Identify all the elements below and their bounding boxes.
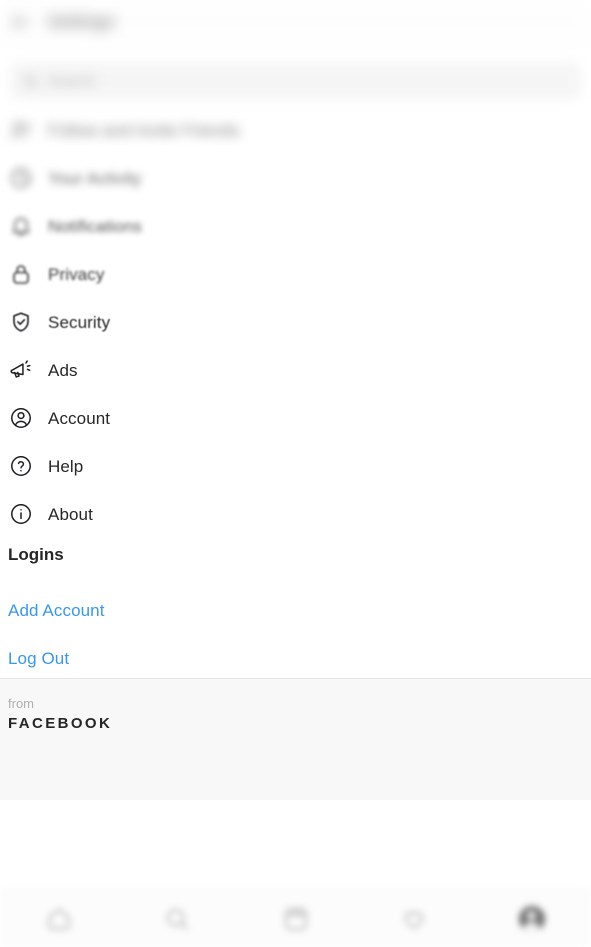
add-account-link[interactable]: Add Account <box>8 601 105 621</box>
settings-row-label: Privacy <box>48 264 105 284</box>
clock-icon <box>8 165 34 191</box>
avatar-icon <box>518 906 545 932</box>
settings-row-security[interactable]: Security <box>0 298 591 346</box>
info-circle-icon <box>8 501 34 527</box>
nav-item-home[interactable] <box>0 891 118 947</box>
settings-row-label: Your Activity <box>48 168 142 188</box>
instagram-settings-screen: Settings Search Follow and Invite Friend… <box>0 0 591 947</box>
from-facebook-footer: from FACEBOOK <box>0 678 591 800</box>
log-out-link[interactable]: Log Out <box>8 649 69 669</box>
settings-row-label: Security <box>48 312 111 332</box>
app-header: Settings <box>0 0 591 44</box>
nav-item-profile[interactable] <box>473 891 591 947</box>
shield-check-icon <box>8 309 34 335</box>
back-arrow-icon[interactable] <box>10 11 32 33</box>
reels-icon <box>283 906 309 932</box>
search-input[interactable]: Search <box>10 62 581 100</box>
question-circle-icon <box>8 453 34 479</box>
bottom-navigation-bar <box>0 890 591 947</box>
footer-brand-label: FACEBOOK <box>8 714 113 732</box>
settings-row-label: Help <box>48 456 84 476</box>
settings-row-label: Follow and Invite Friends <box>48 120 240 140</box>
heart-icon <box>401 906 427 932</box>
settings-row-label: Notifications <box>48 216 142 236</box>
settings-row-about[interactable]: About <box>0 490 591 538</box>
logins-section-heading: Logins <box>8 545 64 564</box>
settings-row-notifications[interactable]: Notifications <box>0 202 591 250</box>
settings-row-ads[interactable]: Ads <box>0 346 591 394</box>
search-icon <box>164 906 190 932</box>
search-placeholder: Search <box>48 72 96 90</box>
search-icon <box>22 73 39 90</box>
settings-row-help[interactable]: Help <box>0 442 591 490</box>
follow-invite-icon <box>8 117 34 143</box>
settings-row-label: About <box>48 504 93 524</box>
megaphone-icon <box>8 357 34 383</box>
settings-row-account[interactable]: Account <box>0 394 591 442</box>
home-icon <box>46 906 72 932</box>
nav-item-reels[interactable] <box>236 891 354 947</box>
settings-row-your-activity[interactable]: Your Activity <box>0 154 591 202</box>
nav-item-activity[interactable] <box>355 891 473 947</box>
lock-icon <box>8 261 34 287</box>
page-title: Settings <box>48 11 116 31</box>
bell-icon <box>8 213 34 239</box>
settings-row-label: Account <box>48 408 111 428</box>
settings-row-label: Ads <box>48 360 78 380</box>
settings-row-privacy[interactable]: Privacy <box>0 250 591 298</box>
account-circle-icon <box>8 405 34 431</box>
footer-from-label: from <box>8 696 34 711</box>
settings-row-follow-and-invite-friends[interactable]: Follow and Invite Friends <box>0 106 591 154</box>
nav-item-search[interactable] <box>118 891 236 947</box>
